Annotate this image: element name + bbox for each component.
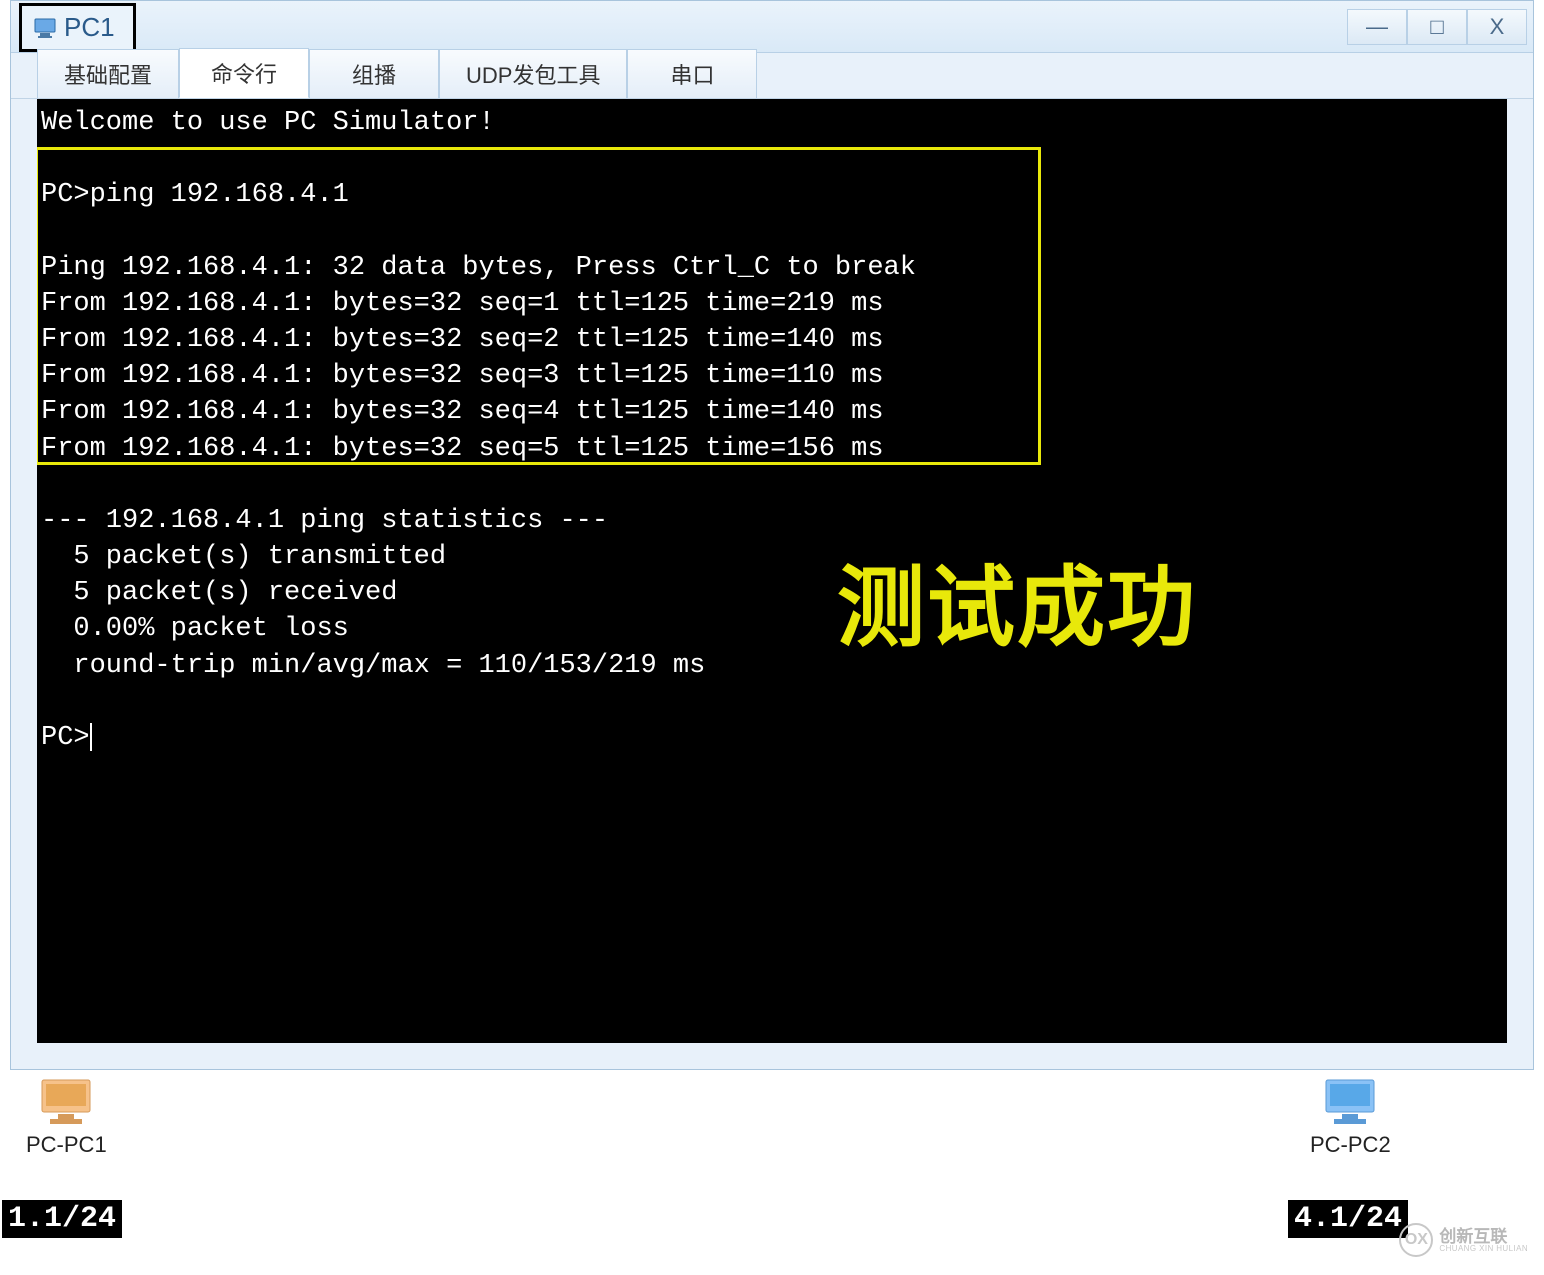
terminal-welcome: Welcome to use PC Simulator! xyxy=(41,105,1503,141)
watermark: OX 创新互联 CHUANG XIN HULIAN xyxy=(1399,1223,1528,1257)
tabs-row: 基础配置 命令行 组播 UDP发包工具 串口 xyxy=(11,53,1533,99)
ping-reply: From 192.168.4.1: bytes=32 seq=4 ttl=125… xyxy=(41,394,1503,430)
watermark-cn: 创新互联 xyxy=(1439,1228,1528,1245)
stats-line: 5 packet(s) transmitted xyxy=(41,539,1503,575)
terminal[interactable]: Welcome to use PC Simulator! PC>ping 192… xyxy=(37,99,1507,1043)
stats-line: 0.00% packet loss xyxy=(41,611,1503,647)
tab-udp-tool[interactable]: UDP发包工具 xyxy=(439,49,627,98)
pc-icon xyxy=(1320,1078,1380,1126)
tab-command-line[interactable]: 命令行 xyxy=(179,48,309,98)
title-left: PC1 xyxy=(17,1,136,52)
watermark-badge-icon: OX xyxy=(1399,1223,1433,1257)
ping-reply: From 192.168.4.1: bytes=32 seq=3 ttl=125… xyxy=(41,358,1503,394)
tab-serial[interactable]: 串口 xyxy=(627,49,757,98)
pc-icon xyxy=(32,15,58,41)
terminal-prompt: PC> xyxy=(41,720,1503,756)
stats-header: --- 192.168.4.1 ping statistics --- xyxy=(41,503,1503,539)
tab-basic-config[interactable]: 基础配置 xyxy=(37,49,179,98)
window-title: PC1 xyxy=(64,12,115,43)
success-overlay: 测试成功 xyxy=(837,549,1197,667)
close-button[interactable]: X xyxy=(1467,9,1527,45)
simulator-window: PC1 — □ X 基础配置 命令行 组播 UDP发包工具 串口 Welcome… xyxy=(10,0,1534,1070)
minimize-button[interactable]: — xyxy=(1347,9,1407,45)
tab-multicast[interactable]: 组播 xyxy=(309,49,439,98)
pc-icon xyxy=(36,1078,96,1126)
terminal-command: PC>ping 192.168.4.1 xyxy=(41,177,1503,213)
ip-chip-pc1: 1.1/24 xyxy=(2,1200,122,1238)
ping-reply: From 192.168.4.1: bytes=32 seq=2 ttl=125… xyxy=(41,322,1503,358)
watermark-en: CHUANG XIN HULIAN xyxy=(1439,1245,1528,1253)
window-title-tab[interactable]: PC1 xyxy=(19,3,136,52)
stats-line: round-trip min/avg/max = 110/153/219 ms xyxy=(41,648,1503,684)
cursor xyxy=(90,723,92,751)
device-label: PC-PC2 xyxy=(1310,1132,1391,1158)
ping-reply: From 192.168.4.1: bytes=32 seq=5 ttl=125… xyxy=(41,431,1503,467)
stats-line: 5 packet(s) received xyxy=(41,575,1503,611)
device-label: PC-PC1 xyxy=(26,1132,107,1158)
device-pc2[interactable]: PC-PC2 xyxy=(1310,1078,1391,1158)
ip-chip-pc2: 4.1/24 xyxy=(1288,1200,1408,1238)
device-pc1[interactable]: PC-PC1 xyxy=(26,1078,107,1158)
ping-reply: From 192.168.4.1: bytes=32 seq=1 ttl=125… xyxy=(41,286,1503,322)
ping-header: Ping 192.168.4.1: 32 data bytes, Press C… xyxy=(41,250,1503,286)
title-bar: PC1 — □ X xyxy=(11,1,1533,53)
maximize-button[interactable]: □ xyxy=(1407,9,1467,45)
window-controls: — □ X xyxy=(1347,9,1527,45)
